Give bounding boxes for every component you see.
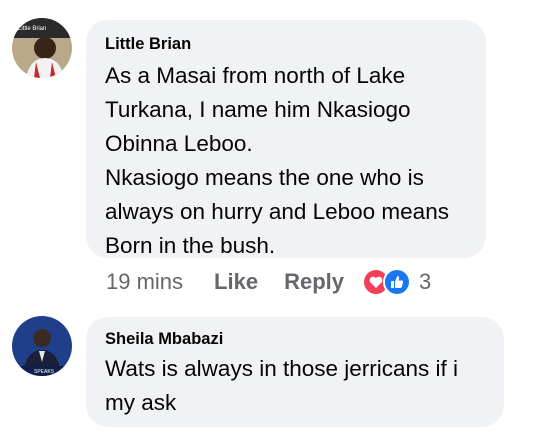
comment-text: Wats is always in those jerricans if i m… <box>105 356 459 415</box>
reaction-count: 3 <box>419 269 432 294</box>
avatar-caption: SPEAKS <box>34 369 55 375</box>
comment-bubble: Sheila Mbabazi Wats is always in those j… <box>86 317 504 427</box>
reactions-summary[interactable]: 3 <box>362 268 431 296</box>
comment-text: As a Masai from north of Lake Turkana, I… <box>105 63 449 258</box>
comment-author[interactable]: Little Brian <box>105 34 466 54</box>
comment-timestamp[interactable]: 19 mins <box>106 269 183 295</box>
reply-button[interactable]: Reply <box>284 269 344 295</box>
comment-bubble: Little Brian As a Masai from north of La… <box>86 20 486 258</box>
avatar-little-brian[interactable]: Little Brian <box>12 18 72 78</box>
comment-author[interactable]: Sheila Mbabazi <box>105 329 484 349</box>
avatar-sheila-mbabazi[interactable]: SPEAKS <box>12 316 72 376</box>
avatar-image: Little Brian <box>12 18 72 78</box>
comment-actions: 19 mins Like Reply 3 <box>106 266 431 298</box>
like-icon <box>383 268 411 296</box>
like-button[interactable]: Like <box>214 269 258 295</box>
avatar-image: SPEAKS <box>12 316 72 376</box>
avatar-caption: Little Brian <box>18 26 46 32</box>
